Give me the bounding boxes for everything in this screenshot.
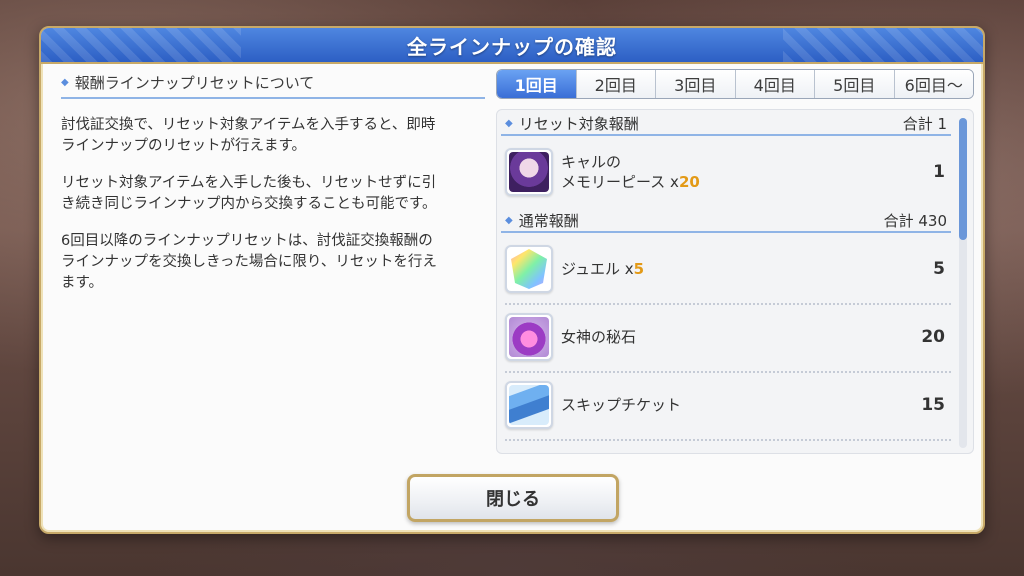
reward-count: 1 [933, 162, 945, 182]
reset-category-label: リセット対象報酬 [518, 114, 639, 133]
normal-category-label: 通常報酬 [518, 211, 579, 230]
modal-title: 全ラインナップの確認 [407, 34, 617, 59]
reward-row: ジュエル x5 5 [505, 241, 951, 305]
tab-round-6-plus[interactable]: 6回目〜 [894, 70, 973, 98]
reset-info-heading: ◆ 報酬ラインナップリセットについて [61, 72, 485, 99]
reward-name: 女神の秘石 [561, 328, 637, 346]
reset-info-heading-label: 報酬ラインナップリセットについて [74, 74, 315, 92]
tab-round-4[interactable]: 4回目 [735, 70, 815, 98]
info-paragraph-2: リセット対象アイテムを入手した後も、リセットせずに引き続き同じラインナップ内から… [61, 175, 437, 212]
close-button[interactable]: 閉じる [407, 474, 619, 522]
reward-count: 20 [921, 327, 945, 347]
modal-header: 全ラインナップの確認 [41, 28, 983, 64]
reward-row: 女神の秘石 20 [505, 309, 951, 373]
kyaru-memory-piece-icon [505, 148, 553, 196]
reward-name: スキップチケット [561, 396, 682, 414]
lineup-modal: 全ラインナップの確認 ◆ 報酬ラインナップリセットについて 討伐証交換で、リセッ… [39, 26, 985, 534]
normal-category-total: 合計 430 [883, 211, 947, 230]
reset-category-total: 合計 1 [902, 114, 947, 133]
reward-list[interactable]: ◆ リセット対象報酬 合計 1 キャルの メモリーピース x20 1 ◆ 通常報… [496, 109, 974, 454]
tab-round-5[interactable]: 5回目 [815, 70, 895, 98]
tab-round-1[interactable]: 1回目 [497, 70, 577, 98]
tab-round-3[interactable]: 3回目 [656, 70, 736, 98]
reward-list-scrollbar[interactable] [959, 118, 967, 448]
reward-row: キャルの メモリーピース x20 1 [505, 144, 951, 200]
jewel-icon [505, 245, 553, 293]
diamond-bullet-icon: ◆ [505, 117, 513, 129]
reward-count: 5 [933, 259, 945, 279]
info-paragraph-3: 6回目以降のラインナップリセットは、討伐証交換報酬のラインナップを交換しきった場… [61, 233, 437, 291]
reward-name: キャルの メモリーピース x20 [561, 153, 700, 191]
reset-info-panel: ◆ 報酬ラインナップリセットについて 討伐証交換で、リセット対象アイテムを入手す… [61, 72, 485, 294]
skip-ticket-icon [505, 381, 553, 429]
scrollbar-thumb[interactable] [959, 118, 967, 240]
reset-reward-category: ◆ リセット対象報酬 合計 1 [501, 112, 951, 136]
normal-reward-category: ◆ 通常報酬 合計 430 [501, 209, 951, 233]
reward-row: スキップチケット 15 [505, 377, 951, 441]
diamond-bullet-icon: ◆ [505, 214, 513, 226]
info-paragraph-1: 討伐証交換で、リセット対象アイテムを入手すると、即時ラインナップのリセットが行え… [61, 117, 436, 154]
reward-count: 15 [921, 395, 945, 415]
goddess-stone-icon [505, 313, 553, 361]
reward-name: ジュエル x5 [561, 260, 645, 278]
diamond-bullet-icon: ◆ [61, 77, 69, 88]
tab-round-2[interactable]: 2回目 [576, 70, 656, 98]
round-tabs: 1回目 2回目 3回目 4回目 5回目 6回目〜 [496, 69, 974, 99]
